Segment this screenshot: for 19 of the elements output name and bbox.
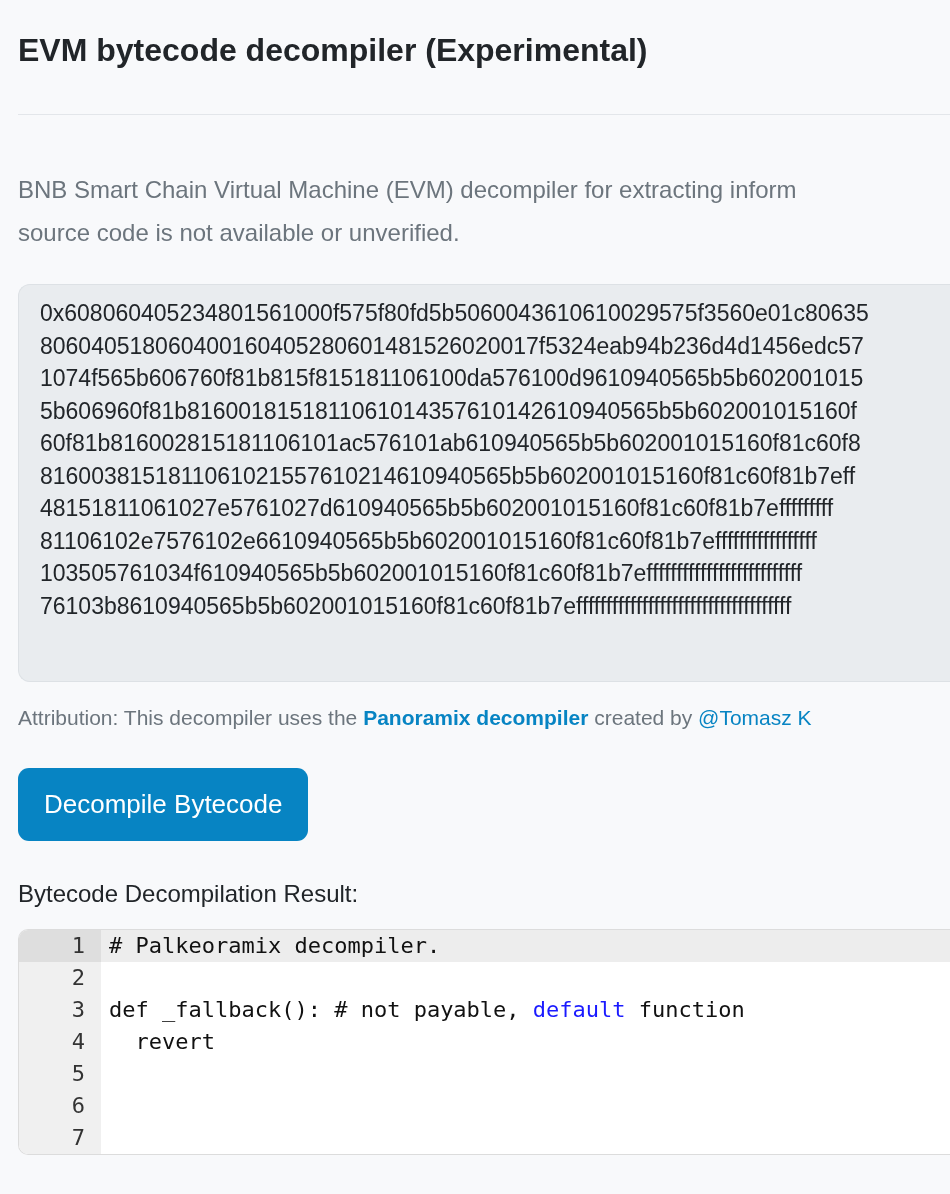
code-line: revert [134, 1028, 215, 1056]
description-text: source code is not available or unverified. [18, 218, 461, 248]
description-text: BNB Smart Chain Virtual Machine (EVM) decompiler for extracting inform [18, 175, 798, 205]
author-link[interactable]: @Tomasz K [698, 706, 812, 729]
line-number: 5 [19, 1058, 101, 1090]
decompile-button[interactable]: Decompile Bytecode [18, 768, 309, 841]
code-line: # Palkeoramix decompiler. [108, 932, 441, 960]
code-line: def _fallback(): # not payable, default function [108, 996, 745, 1024]
line-number: 6 [19, 1090, 101, 1122]
line-number: 2 [19, 962, 101, 994]
line-number: 7 [19, 1122, 101, 1154]
line-number: 4 [19, 1026, 101, 1058]
bytecode-field[interactable]: 0x608060405234801561000f575f80fd5b5060043610610029575f3560e01c80635 806040518060400160405280601481526020017f5324eab94b236d4d1456edc57 1074f565b606760f81b815f815181106100da576100d9610940565b5b602001015 5b606960f81b8160018151811061014357610142610940565b5b602001015160f 60f81b816002815181106101ac576101ab610940565b5b602001015160f81c60f8 8160038151811061021557610214610940565b5b602001015160f81c60f81b7eff 48151811061027e5761027d610940565b5b602001015160f81c60f81b7efffffffff 81106102e7576102e6610940565b5b602001015160f81c60f81b7efffffffffffffffff 103505761034f610940565b5b602001015160f81c60f81b7effffffffffffffffffffffffff 76103b8610940565b5b602001015160f81c60f81b7effffffffffffffffffffffffffffffffffff [18, 284, 950, 682]
page-title: EVM bytecode decompiler (Experimental) [18, 31, 649, 70]
panoramix-link[interactable]: Panoramix decompiler [363, 706, 589, 729]
result-label: Bytecode Decompilation Result: [18, 879, 360, 909]
line-number: 1 [19, 930, 101, 962]
line-number: 3 [19, 994, 101, 1026]
attribution-text: Attribution: This decompiler uses the Panoramix decompiler created by @Tomasz K [18, 706, 813, 730]
